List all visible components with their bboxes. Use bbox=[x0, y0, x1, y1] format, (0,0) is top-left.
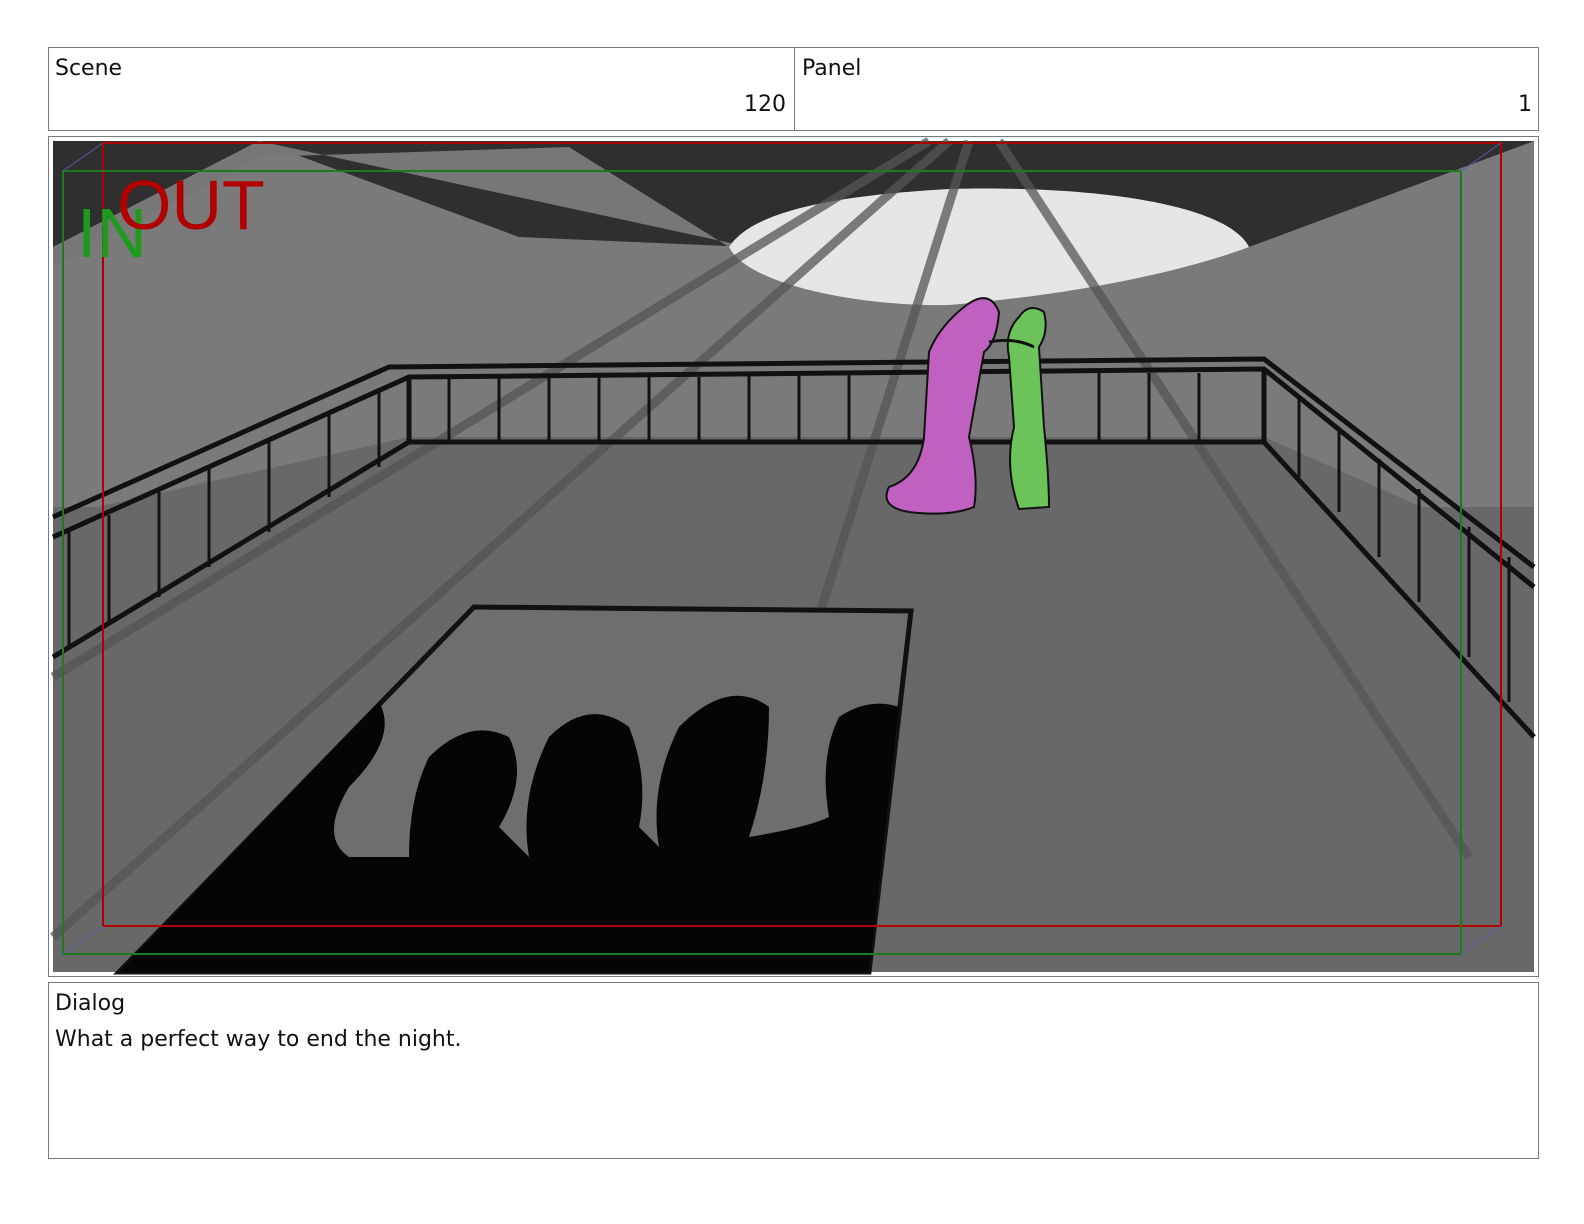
dialog-text: What a perfect way to end the night. bbox=[55, 1027, 462, 1052]
out-marker: OUT bbox=[117, 166, 265, 244]
panel-number: 1 bbox=[1518, 92, 1532, 117]
dialog-label: Dialog bbox=[55, 991, 126, 1016]
storyboard-drawing: IN OUT bbox=[49, 137, 1538, 976]
scene-number: 120 bbox=[744, 92, 786, 117]
scene-panel-header: Scene 120 Panel 1 bbox=[48, 47, 1539, 131]
man-figure bbox=[1006, 307, 1051, 511]
header-divider bbox=[794, 48, 795, 130]
storyboard-frame: IN OUT bbox=[48, 136, 1539, 977]
panel-label: Panel bbox=[802, 56, 862, 81]
dialog-box: Dialog What a perfect way to end the nig… bbox=[48, 982, 1539, 1159]
scene-label: Scene bbox=[55, 56, 123, 81]
